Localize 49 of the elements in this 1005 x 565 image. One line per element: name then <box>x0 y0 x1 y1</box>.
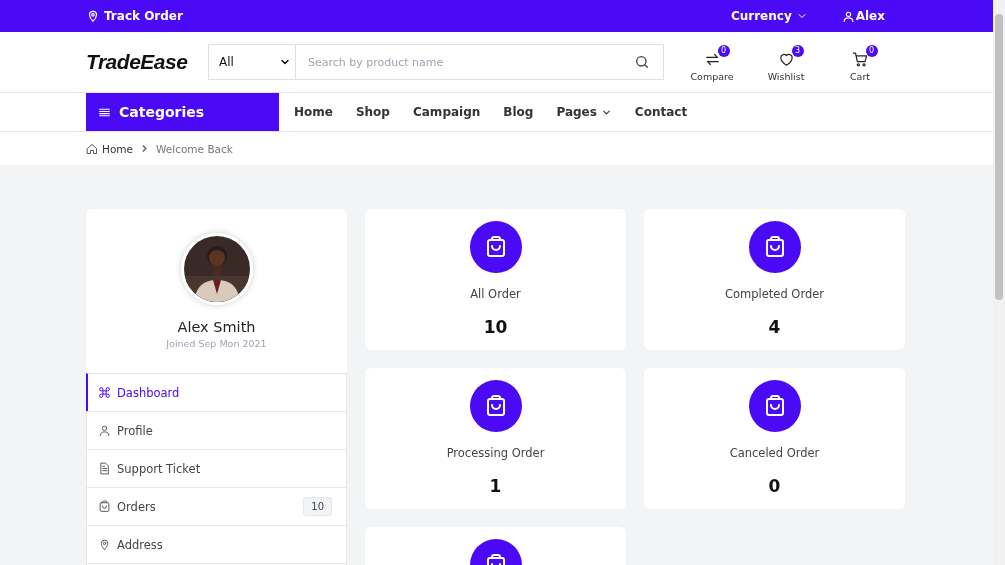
stat-value: 10 <box>483 317 508 337</box>
sidebar-item[interactable]: Orders 10 <box>86 487 347 525</box>
breadcrumb-current: Welcome Back <box>156 142 233 155</box>
cart-icon <box>851 50 869 68</box>
track-order-link[interactable]: Track Order <box>86 9 183 23</box>
wishlist-button[interactable]: 3 Wishlist <box>749 42 823 82</box>
bag-icon <box>98 500 111 513</box>
stat-value: 0 <box>768 476 781 496</box>
sidebar-item[interactable]: Support Ticket <box>86 449 347 487</box>
nav-link[interactable]: Blog <box>503 105 534 119</box>
user-account-link[interactable]: Alex <box>841 9 885 23</box>
command-icon <box>98 386 111 399</box>
stat-label: Canceled Order <box>729 446 820 460</box>
nav-link[interactable]: Campaign <box>412 105 481 119</box>
stat-label: All Order <box>470 287 521 301</box>
stat-value: 4 <box>768 317 781 337</box>
cart-button[interactable]: 0 Cart <box>823 42 897 82</box>
currency-dropdown[interactable]: Currency <box>730 9 808 23</box>
stat-label: Processing Order <box>446 446 545 460</box>
search-field[interactable]: Search by product name <box>296 44 664 80</box>
profile-name: Alex Smith <box>177 319 256 335</box>
count-badge: 0 <box>865 44 878 57</box>
compare-button[interactable]: 0 Compare <box>675 42 749 82</box>
count-badge: 3 <box>791 44 804 57</box>
count-badge: 10 <box>303 497 332 516</box>
search-icon <box>634 54 650 70</box>
document-icon <box>98 462 111 475</box>
nav-link[interactable]: Contact <box>634 105 688 119</box>
sidebar-item[interactable]: Address <box>86 525 347 563</box>
user-icon <box>98 424 111 437</box>
nav-link[interactable]: Shop <box>355 105 390 119</box>
stat-label: Completed Order <box>724 287 825 301</box>
user-icon <box>841 9 855 23</box>
location-pin-icon <box>86 9 100 23</box>
scrollbar[interactable] <box>993 0 1005 565</box>
sidebar-item[interactable]: Profile <box>86 411 347 449</box>
stat-value: 1 <box>489 476 502 496</box>
categories-button[interactable]: Categories <box>86 93 279 131</box>
category-select[interactable]: All <box>208 44 296 80</box>
join-date: Joined Sep Mon 2021 <box>166 338 267 349</box>
home-icon <box>86 142 98 155</box>
scrollbar-thumb[interactable] <box>995 14 1003 300</box>
location-pin-icon <box>98 538 111 551</box>
logo[interactable]: TradeEase <box>86 50 206 74</box>
sidebar-item[interactable]: Dashboard <box>86 373 347 411</box>
count-badge: 0 <box>717 44 730 57</box>
nav-dropdown[interactable]: Pages <box>556 105 612 119</box>
nav-link[interactable]: Home <box>294 105 333 119</box>
breadcrumb-link[interactable]: Home <box>86 142 133 155</box>
